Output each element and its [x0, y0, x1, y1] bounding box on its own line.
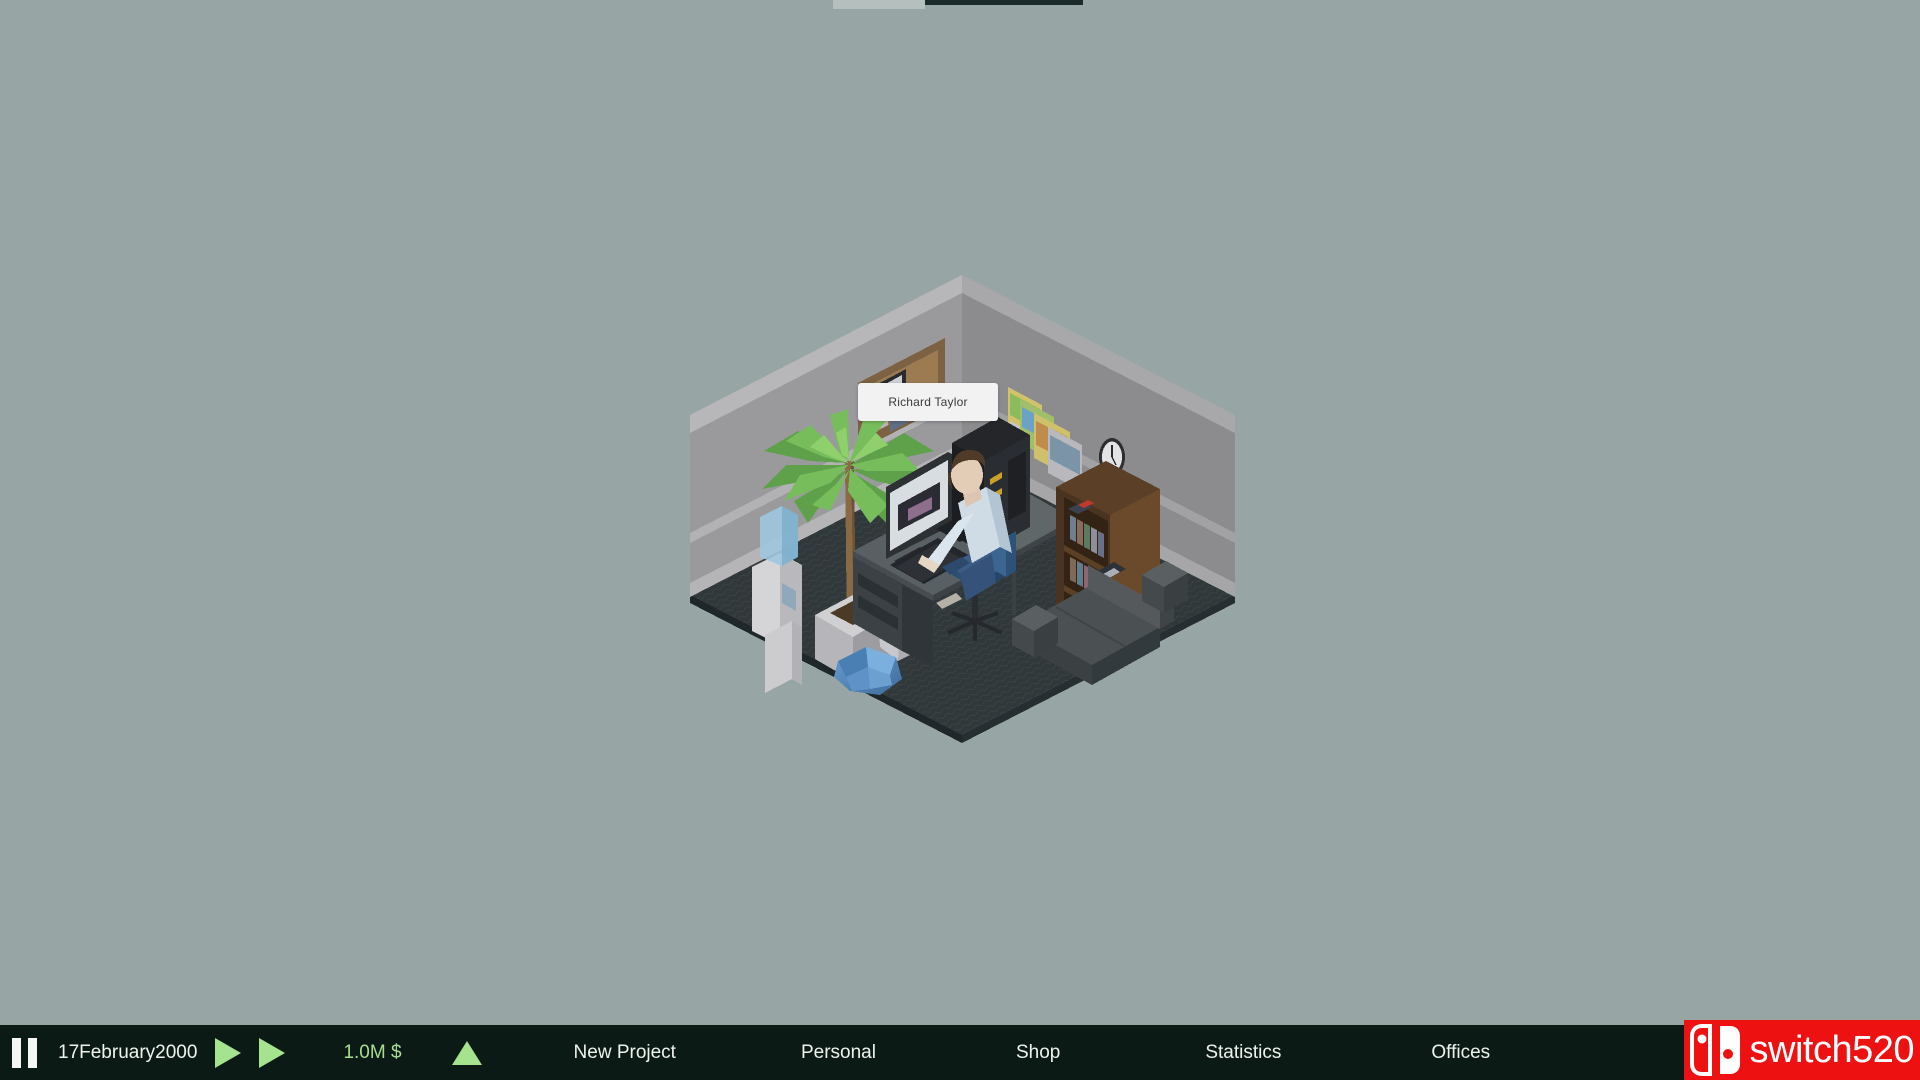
isometric-office-room[interactable]: [690, 265, 1240, 765]
time-controls: 17February2000: [0, 1025, 286, 1080]
pause-bar-right: [28, 1037, 37, 1068]
menu-item-statistics[interactable]: Statistics: [1205, 1042, 1281, 1064]
bottom-toolbar: 17February2000 1.0M $ New Project Person…: [0, 1025, 1920, 1080]
play-icon[interactable]: [215, 1037, 242, 1068]
nintendo-switch-icon: [1689, 1024, 1740, 1076]
trend-up-icon[interactable]: [451, 1040, 482, 1065]
top-sliver-dark: [925, 0, 1083, 5]
menu-item-new-project[interactable]: New Project: [574, 1042, 676, 1064]
employee-name-label: Richard Taylor: [888, 395, 968, 409]
watermark-text: switch520: [1749, 1029, 1915, 1071]
pause-icon[interactable]: [12, 1037, 46, 1068]
fast-forward-icon[interactable]: [259, 1037, 286, 1068]
game-screen: Richard Taylor 17February2000 1.0M $ New…: [0, 0, 1920, 1080]
menu-item-offices[interactable]: Offices: [1431, 1042, 1490, 1064]
top-sliver-light: [833, 0, 925, 9]
top-edge-sliver: [833, 0, 1083, 9]
switch520-watermark: switch520: [1683, 1020, 1920, 1080]
employee-name-tooltip: Richard Taylor: [858, 383, 998, 421]
menu-item-shop[interactable]: Shop: [1016, 1042, 1060, 1064]
menu-item-personal[interactable]: Personal: [801, 1042, 876, 1064]
money-amount: 1.0M $: [343, 1041, 402, 1063]
pause-bar-left: [12, 1037, 21, 1068]
game-date: 17February2000: [58, 1041, 198, 1063]
